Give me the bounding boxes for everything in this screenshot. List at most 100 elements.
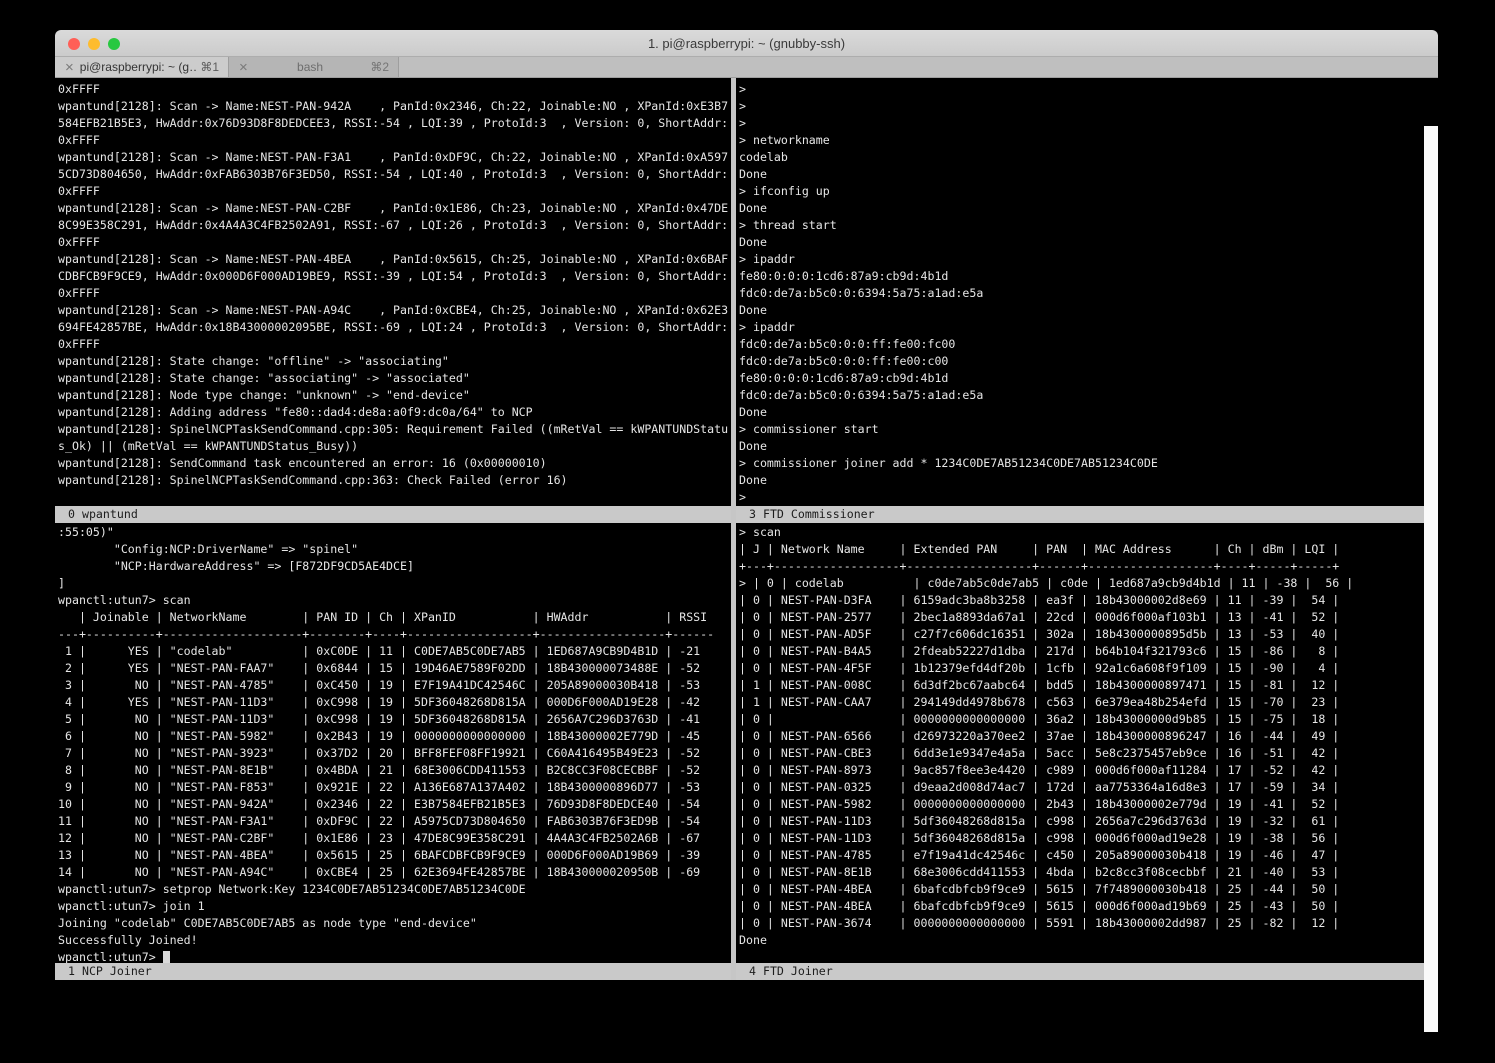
terminal-line: | 0 | NEST-PAN-0325 | d9eaa2d008d74ac7 |…: [739, 779, 1424, 796]
terminal-line: 9 | NO | "NEST-PAN-F853" | 0x921E | 22 |…: [58, 779, 731, 796]
terminal-line: 0xFFFF: [58, 132, 731, 149]
terminal-line: wpanctl:utun7>: [58, 949, 731, 963]
tab-bash[interactable]: × bash ⌘2: [229, 57, 399, 77]
terminal-line: "NCP:HardwareAddress" => [F872DF9CD5AE4D…: [58, 558, 731, 575]
terminal-line: | J | Network Name | Extended PAN | PAN …: [739, 541, 1424, 558]
close-tab-icon[interactable]: ×: [65, 60, 74, 75]
terminal-line: | 0 | | 0000000000000000 | 36a2 | 18b430…: [739, 711, 1424, 728]
terminal-line: 0xFFFF: [58, 285, 731, 302]
scrollbar[interactable]: [1424, 126, 1438, 1032]
tab-bar: × pi@raspberrypi: ~ (g… ⌘1 × bash ⌘2: [55, 57, 1438, 78]
terminal-line: wpanctl:utun7> join 1: [58, 898, 731, 915]
terminal-line: wpantund[2128]: SpinelNCPTaskSendCommand…: [58, 472, 731, 489]
terminal-line: 13 | NO | "NEST-PAN-4BEA" | 0x5615 | 25 …: [58, 847, 731, 864]
terminal-line: 0xFFFF: [58, 183, 731, 200]
terminal-line: > ifconfig up: [739, 183, 1424, 200]
window-title: 1. pi@raspberrypi: ~ (gnubby-ssh): [648, 36, 845, 51]
terminal-line: wpanctl:utun7> setprop Network:Key 1234C…: [58, 881, 731, 898]
terminal-line: 5 | NO | "NEST-PAN-11D3" | 0xC998 | 19 |…: [58, 711, 731, 728]
window-titlebar[interactable]: 1. pi@raspberrypi: ~ (gnubby-ssh): [55, 30, 1438, 57]
terminal-line: > | 0 | codelab | c0de7ab5c0de7ab5 | c0d…: [739, 575, 1424, 592]
terminal-line: | 0 | NEST-PAN-3674 | 0000000000000000 |…: [739, 915, 1424, 932]
pane-wpantund[interactable]: 0xFFFFwpantund[2128]: Scan -> Name:NEST-…: [55, 78, 731, 506]
terminal-line: | 0 | NEST-PAN-4F5F | 1b12379efd4df20b |…: [739, 660, 1424, 677]
minimize-window-button[interactable]: [88, 38, 100, 50]
terminal-line: 7 | NO | "NEST-PAN-3923" | 0x37D2 | 20 |…: [58, 745, 731, 762]
terminal-line: fe80:0:0:0:1cd6:87a9:cb9d:4b1d: [739, 370, 1424, 387]
terminal-line: 12 | NO | "NEST-PAN-C2BF" | 0x1E86 | 23 …: [58, 830, 731, 847]
terminal-line: > ipaddr: [739, 251, 1424, 268]
tab-label: pi@raspberrypi: ~ (g…: [80, 60, 197, 74]
terminal-line: > ipaddr: [739, 319, 1424, 336]
terminal-line: fdc0:de7a:b5c0:0:0:ff:fe00:c00: [739, 353, 1424, 370]
terminal-line: > scan: [739, 524, 1424, 541]
terminal-line: | 0 | NEST-PAN-AD5F | c27f7c606dc16351 |…: [739, 626, 1424, 643]
terminal-line: 14 | NO | "NEST-PAN-A94C" | 0xCBE4 | 25 …: [58, 864, 731, 881]
terminal-line: 4 | YES | "NEST-PAN-11D3" | 0xC998 | 19 …: [58, 694, 731, 711]
terminal-area: 0xFFFFwpantund[2128]: Scan -> Name:NEST-…: [55, 78, 1438, 1032]
traffic-lights: [68, 30, 120, 57]
pane-ncp-joiner[interactable]: :55:05)" "Config:NCP:DriverName" => "spi…: [55, 523, 731, 963]
terminal-line: ]: [58, 575, 731, 592]
pane-divider[interactable]: [731, 78, 736, 980]
terminal-line: | 0 | NEST-PAN-B4A5 | 2fdeab52227d1dba |…: [739, 643, 1424, 660]
terminal-line: wpantund[2128]: Scan -> Name:NEST-PAN-A9…: [58, 302, 731, 319]
terminal-line: wpantund[2128]: Scan -> Name:NEST-PAN-F3…: [58, 149, 731, 166]
terminal-line: wpantund[2128]: Scan -> Name:NEST-PAN-C2…: [58, 200, 731, 217]
terminal-line: >: [739, 489, 1424, 506]
terminal-line: > thread start: [739, 217, 1424, 234]
terminal-line: fdc0:de7a:b5c0:0:0:ff:fe00:fc00: [739, 336, 1424, 353]
terminal-line: > commissioner start: [739, 421, 1424, 438]
tab-label: bash: [254, 60, 367, 74]
terminal-line: 1 | YES | "codelab" | 0xC0DE | 11 | C0DE…: [58, 643, 731, 660]
tab-ssh-session[interactable]: × pi@raspberrypi: ~ (g… ⌘1: [55, 57, 229, 77]
terminal-line: Done: [739, 472, 1424, 489]
terminal-line: fdc0:de7a:b5c0:0:6394:5a75:a1ad:e5a: [739, 387, 1424, 404]
tab-shortcut: ⌘1: [200, 60, 219, 74]
tab-shortcut: ⌘2: [370, 60, 389, 74]
terminal-line: | 0 | NEST-PAN-4785 | e7f19a41dc42546c |…: [739, 847, 1424, 864]
terminal-line: wpantund[2128]: Adding address "fe80::da…: [58, 404, 731, 421]
pane-status-ncp-joiner: 1 NCP Joiner: [55, 963, 731, 980]
terminal-line: fdc0:de7a:b5c0:0:6394:5a75:a1ad:e5a: [739, 285, 1424, 302]
pane-ftd-commissioner[interactable]: >>>> networknamecodelabDone> ifconfig up…: [736, 78, 1424, 506]
terminal-line: >: [739, 98, 1424, 115]
terminal-line: 6 | NO | "NEST-PAN-5982" | 0x2B43 | 19 |…: [58, 728, 731, 745]
pane-ftd-joiner[interactable]: > scan| J | Network Name | Extended PAN …: [736, 523, 1424, 963]
terminal-line: [739, 949, 1424, 963]
terminal-line: 694FE42857BE, HwAddr:0x18B43000002095BE,…: [58, 319, 731, 336]
terminal-line: Done: [739, 200, 1424, 217]
terminal-line: wpantund[2128]: State change: "associati…: [58, 370, 731, 387]
terminal-line: | 0 | NEST-PAN-6566 | d26973220a370ee2 |…: [739, 728, 1424, 745]
close-window-button[interactable]: [68, 38, 80, 50]
terminal-line: s_Ok) || (mRetVal == kWPANTUNDStatus_Bus…: [58, 438, 731, 455]
terminal-line: | Joinable | NetworkName | PAN ID | Ch |…: [58, 609, 731, 626]
terminal-line: | 0 | NEST-PAN-11D3 | 5df36048268d815a |…: [739, 830, 1424, 847]
terminal-line: Successfully Joined!: [58, 932, 731, 949]
terminal-line: 2 | YES | "NEST-PAN-FAA7" | 0x6844 | 15 …: [58, 660, 731, 677]
terminal-line: | 0 | NEST-PAN-4BEA | 6bafcdbfcb9f9ce9 |…: [739, 898, 1424, 915]
terminal-line: wpantund[2128]: Scan -> Name:NEST-PAN-4B…: [58, 251, 731, 268]
terminal-line: 5CD73D804650, HwAddr:0xFAB6303B76F3ED50,…: [58, 166, 731, 183]
terminal-line: +---+------------------+----------------…: [739, 558, 1424, 575]
terminal-line: codelab: [739, 149, 1424, 166]
close-tab-icon[interactable]: ×: [239, 60, 248, 75]
terminal-line: > commissioner joiner add * 1234C0DE7AB5…: [739, 455, 1424, 472]
terminal-line: | 0 | NEST-PAN-8E1B | 68e3006cdd411553 |…: [739, 864, 1424, 881]
terminal-line: Done: [739, 932, 1424, 949]
terminal-line: wpantund[2128]: Scan -> Name:NEST-PAN-94…: [58, 98, 731, 115]
terminal-line: 8 | NO | "NEST-PAN-8E1B" | 0x4BDA | 21 |…: [58, 762, 731, 779]
terminal-line: Done: [739, 166, 1424, 183]
zoom-window-button[interactable]: [108, 38, 120, 50]
terminal-line: | 0 | NEST-PAN-5982 | 0000000000000000 |…: [739, 796, 1424, 813]
terminal-line: 0xFFFF: [58, 81, 731, 98]
terminal-line: 11 | NO | "NEST-PAN-F3A1" | 0xDF9C | 22 …: [58, 813, 731, 830]
terminal-line: 0xFFFF: [58, 336, 731, 353]
terminal-line: | 1 | NEST-PAN-008C | 6d3df2bc67aabc64 |…: [739, 677, 1424, 694]
terminal-line: Joining "codelab" C0DE7AB5C0DE7AB5 as no…: [58, 915, 731, 932]
terminal-line: Done: [739, 234, 1424, 251]
terminal-line: >: [739, 81, 1424, 98]
terminal-line: wpantund[2128]: SpinelNCPTaskSendCommand…: [58, 421, 731, 438]
terminal-line: Done: [739, 404, 1424, 421]
terminal-line: CDBFCB9F9CE9, HwAddr:0x000D6F000AD19BE9,…: [58, 268, 731, 285]
